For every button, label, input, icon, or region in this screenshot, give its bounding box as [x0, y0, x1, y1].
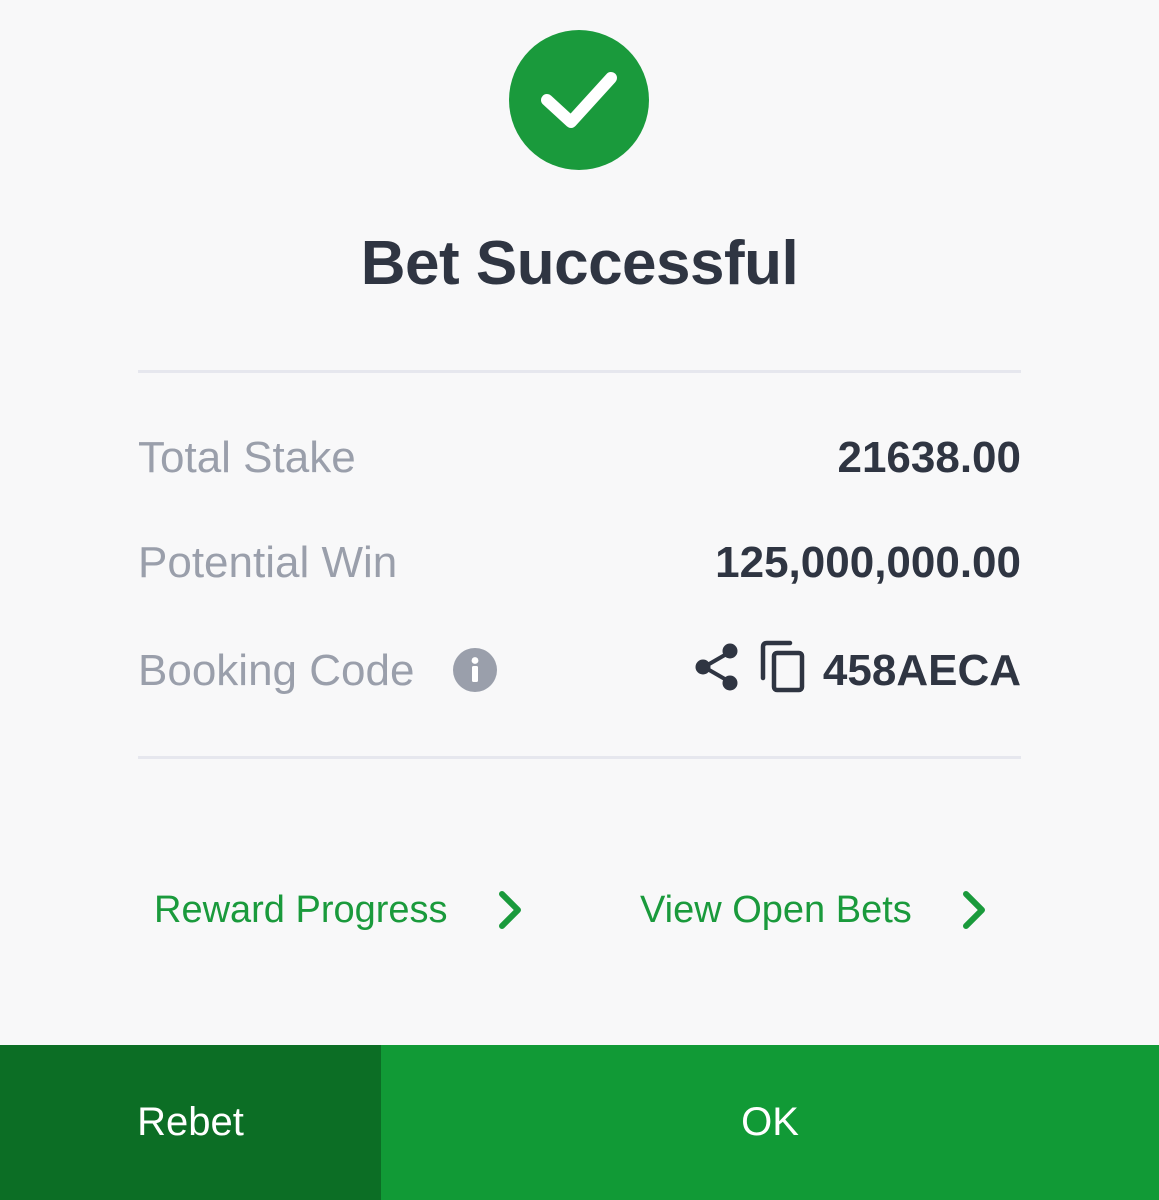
- reward-progress-label: Reward Progress: [154, 888, 448, 931]
- divider-top: [138, 370, 1021, 373]
- page-title: Bet Successful: [360, 229, 799, 298]
- bet-success-dialog: Bet Successful Total Stake 21638.00 Pote…: [0, 0, 1159, 1200]
- chevron-right-icon: [498, 891, 521, 929]
- info-icon[interactable]: [453, 648, 497, 692]
- total-stake-label: Total Stake: [138, 433, 356, 482]
- view-open-bets-link[interactable]: View Open Bets: [640, 888, 988, 932]
- potential-win-label: Potential Win: [138, 538, 398, 587]
- copy-icon[interactable]: [760, 640, 808, 694]
- reward-progress-link[interactable]: Reward Progress: [154, 888, 524, 932]
- rebet-button[interactable]: Rebet: [0, 1045, 381, 1200]
- divider-bottom: [138, 756, 1021, 759]
- booking-code-label: Booking Code: [138, 646, 415, 695]
- potential-win-value: 125,000,000.00: [715, 538, 1021, 587]
- total-stake-value: 21638.00: [837, 433, 1021, 482]
- chevron-right-icon: [962, 891, 985, 929]
- share-icon[interactable]: [693, 642, 741, 692]
- view-open-bets-label: View Open Bets: [640, 888, 912, 931]
- ok-button[interactable]: OK: [381, 1045, 1159, 1200]
- booking-code-value[interactable]: 458AECA: [823, 646, 1021, 696]
- check-circle-icon: [509, 30, 649, 170]
